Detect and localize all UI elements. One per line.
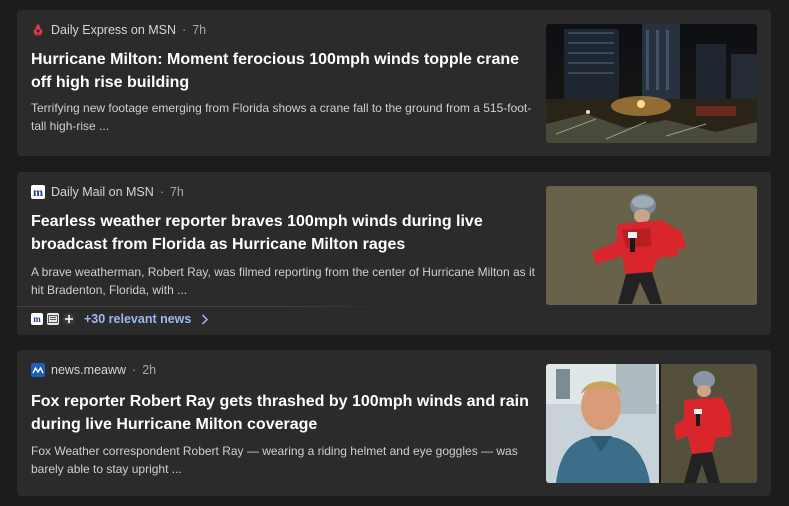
- source-line: m Daily Mail on MSN · 7h: [31, 185, 184, 199]
- relevant-news-label[interactable]: +30 relevant news: [84, 312, 191, 326]
- news-outlet-mini-icon: [63, 313, 75, 325]
- separator: ·: [159, 185, 164, 199]
- news-card-1[interactable]: Daily Express on MSN · 7h Hurricane Milt…: [17, 10, 771, 156]
- separator: ·: [132, 363, 137, 377]
- source-name[interactable]: Daily Express on MSN: [51, 23, 176, 37]
- relevant-news-link[interactable]: m +30 relevant news: [31, 312, 209, 326]
- source-name[interactable]: news.meaww: [51, 363, 126, 377]
- headline[interactable]: Hurricane Milton: Moment ferocious 100mp…: [31, 48, 531, 94]
- thumbnail-crane-photo[interactable]: [546, 24, 757, 143]
- timestamp: 7h: [192, 23, 207, 37]
- source-name[interactable]: Daily Mail on MSN: [51, 185, 154, 199]
- news-card-3[interactable]: news.meaww · 2h Fox reporter Robert Ray …: [17, 350, 771, 496]
- meaww-logo-icon: [31, 363, 45, 377]
- headline[interactable]: Fearless weather reporter braves 100mph …: [31, 210, 531, 256]
- daily-express-logo-icon: [31, 23, 45, 37]
- thumbnail-reporter-collage[interactable]: [546, 364, 757, 483]
- source-line: news.meaww · 2h: [31, 363, 156, 377]
- timestamp: 2h: [142, 363, 157, 377]
- timestamp: 7h: [169, 185, 184, 199]
- thumbnail-reporter-photo[interactable]: [546, 186, 757, 305]
- newspaper-mini-icon: [47, 313, 59, 325]
- snippet: Fox Weather correspondent Robert Ray — w…: [31, 444, 518, 476]
- chevron-right-icon: [201, 313, 209, 325]
- daily-mail-logo-icon: m: [31, 184, 45, 199]
- divider: [17, 306, 389, 307]
- headline[interactable]: Fox reporter Robert Ray gets thrashed by…: [31, 390, 531, 436]
- source-line: Daily Express on MSN · 7h: [31, 23, 206, 37]
- separator: ·: [182, 23, 187, 37]
- daily-mail-mini-icon: m: [31, 313, 43, 325]
- news-card-2[interactable]: m Daily Mail on MSN · 7h Fearless weathe…: [17, 172, 771, 335]
- snippet: Terrifying new footage emerging from Flo…: [31, 101, 532, 133]
- snippet: A brave weatherman, Robert Ray, was film…: [31, 265, 535, 297]
